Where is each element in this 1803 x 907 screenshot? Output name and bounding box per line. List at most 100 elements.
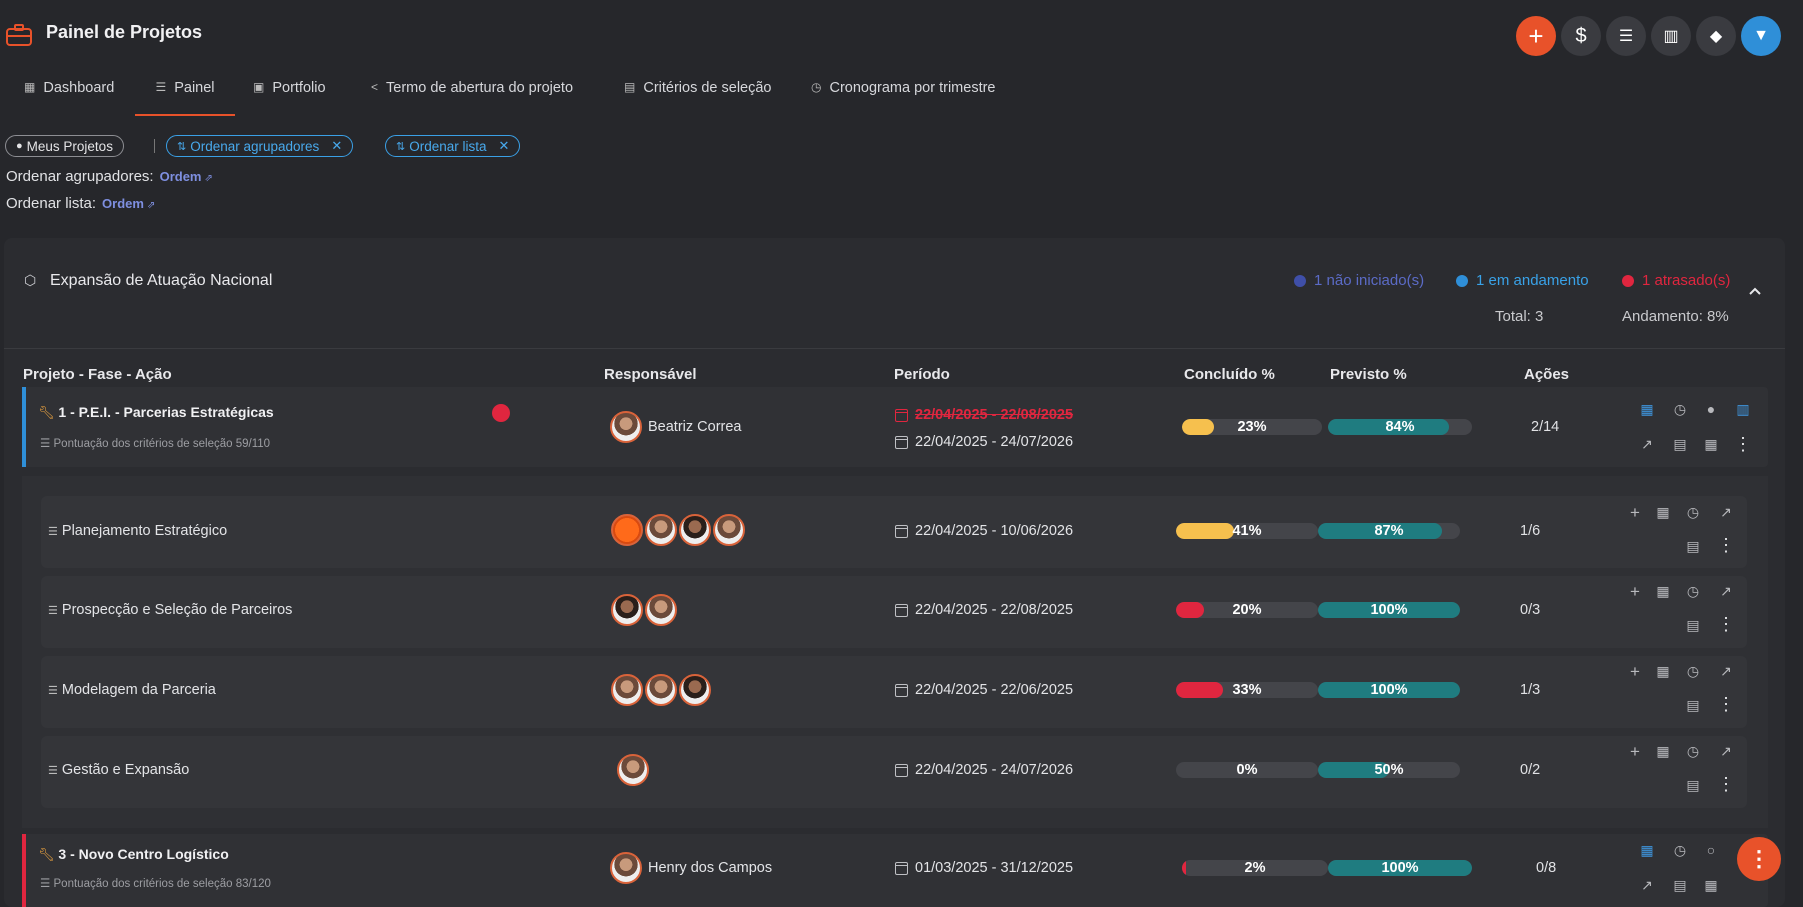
actions-ratio: 1/6 — [1520, 523, 1541, 539]
calendar-icon[interactable]: ▦ — [1638, 842, 1656, 859]
table-icon[interactable]: ▤ — [1684, 777, 1702, 794]
add-icon[interactable]: + — [1626, 662, 1644, 682]
tab-criterios[interactable]: ▤ Critérios de seleção — [624, 80, 772, 116]
add-button[interactable]: + — [1516, 16, 1556, 56]
phase-row[interactable] — [41, 576, 1747, 648]
table-icon[interactable]: ▤ — [1684, 617, 1702, 634]
list-icon: ☰ — [48, 605, 58, 617]
owner-name: Beatriz Correa — [648, 419, 742, 435]
wrench-icon: 🔧︎ — [38, 405, 55, 420]
checklist-button[interactable]: ☰ — [1606, 16, 1646, 56]
avatar — [610, 411, 642, 443]
tag-button[interactable]: ◆ — [1696, 16, 1736, 56]
add-icon[interactable]: + — [1626, 503, 1644, 523]
avatar — [679, 674, 711, 706]
close-icon[interactable]: ✕ — [499, 138, 510, 154]
group-progress: Andamento: 8% — [1622, 308, 1729, 325]
floating-more-button[interactable]: ⋮ — [1737, 837, 1781, 881]
sort-groups-link[interactable]: Ordem — [160, 169, 202, 184]
clock-icon: ◷ — [811, 80, 822, 94]
book-icon[interactable]: ▥ — [1734, 401, 1752, 418]
clock-icon[interactable]: ◷ — [1684, 583, 1702, 600]
more-icon[interactable]: ⋮ — [1734, 434, 1752, 455]
calendar-icon — [895, 408, 908, 422]
chart-icon[interactable]: ↗ — [1717, 663, 1735, 680]
chevron-up-icon[interactable] — [1748, 284, 1762, 298]
table-icon[interactable]: ▤ — [1684, 697, 1702, 714]
divider — [4, 348, 1785, 349]
chart-icon[interactable]: ↗ — [1717, 583, 1735, 600]
chart-icon[interactable]: ↗ — [1638, 877, 1656, 894]
more-icon[interactable]: ⋮ — [1717, 535, 1735, 556]
sort-groups-line: Ordenar agrupadores: Ordem ⇗ — [6, 168, 213, 185]
calendar-icon[interactable]: ▦ — [1654, 504, 1672, 521]
planned-progress: 87% — [1318, 523, 1460, 539]
comment-icon[interactable]: ● — [1702, 401, 1720, 417]
filter-button[interactable]: ▼ — [1741, 16, 1781, 56]
clock-icon[interactable]: ◷ — [1684, 663, 1702, 680]
phase-row[interactable] — [41, 736, 1747, 808]
tab-portfolio[interactable]: ▣ Portfolio — [253, 80, 326, 116]
table-icon[interactable]: ▤ — [1671, 436, 1689, 453]
clock-icon[interactable]: ◷ — [1671, 842, 1689, 859]
calendar-icon[interactable]: ▦ — [1654, 663, 1672, 680]
finance-button[interactable]: $ — [1561, 16, 1601, 56]
chart-icon[interactable]: ↗ — [1717, 743, 1735, 760]
comment-icon[interactable]: ○ — [1702, 842, 1720, 858]
sort-list-chip[interactable]: ⇅ Ordenar lista ✕ — [385, 135, 521, 157]
clock-icon[interactable]: ◷ — [1671, 401, 1689, 418]
grid-icon[interactable]: ▦ — [1702, 436, 1720, 453]
close-icon[interactable]: ✕ — [331, 138, 342, 154]
calendar-icon[interactable]: ▦ — [1654, 583, 1672, 600]
calendar-icon — [895, 435, 908, 449]
my-projects-chip[interactable]: ● Meus Projetos — [5, 135, 124, 157]
tab-dashboard[interactable]: ▦ Dashboard — [24, 80, 114, 116]
phase-row[interactable] — [41, 656, 1747, 728]
done-progress: 20% — [1176, 602, 1318, 618]
more-icon: ⋮ — [1748, 846, 1770, 871]
table-icon[interactable]: ▤ — [1684, 538, 1702, 555]
book-button[interactable]: ▥ — [1651, 16, 1691, 56]
list-icon: ☰ — [48, 685, 58, 697]
grid-icon: ▦ — [24, 80, 36, 94]
avatar — [645, 594, 677, 626]
add-icon[interactable]: + — [1626, 582, 1644, 602]
more-icon[interactable]: ⋮ — [1717, 694, 1735, 715]
avatar — [617, 754, 649, 786]
clock-icon[interactable]: ◷ — [1684, 504, 1702, 521]
wrench-icon: 🔧︎ — [38, 847, 55, 862]
phase-row[interactable] — [41, 496, 1747, 568]
sort-list-line: Ordenar lista: Ordem ⇗ — [6, 195, 156, 212]
legend-late: 1 atrasado(s) — [1622, 272, 1730, 289]
add-icon[interactable]: + — [1626, 742, 1644, 762]
col-period: Período — [894, 366, 950, 383]
more-icon[interactable]: ⋮ — [1717, 774, 1735, 795]
planned-progress: 100% — [1318, 682, 1460, 698]
col-actions: Ações — [1524, 366, 1570, 383]
period: 01/03/2025 - 31/12/2025 — [895, 860, 1073, 876]
filter-icon: ▼ — [1753, 27, 1769, 44]
period: 22/04/2025 - 10/06/2026 — [895, 523, 1073, 539]
user-icon: ● — [16, 140, 23, 152]
tab-painel[interactable]: ☰ Painel — [135, 80, 235, 116]
tab-termo[interactable]: < Termo de abertura do projeto — [371, 80, 573, 116]
grid-icon[interactable]: ▦ — [1702, 877, 1720, 894]
sort-groups-chip[interactable]: ⇅ Ordenar agrupadores ✕ — [166, 135, 354, 157]
calendar-icon[interactable]: ▦ — [1654, 743, 1672, 760]
chart-icon[interactable]: ↗ — [1638, 436, 1656, 453]
tab-cronograma[interactable]: ◷ Cronograma por trimestre — [811, 80, 995, 116]
more-icon[interactable]: ⋮ — [1717, 614, 1735, 635]
checklist-icon: ☰ — [1618, 28, 1634, 45]
chart-icon[interactable]: ↗ — [1717, 504, 1735, 521]
avatar — [611, 594, 643, 626]
project-row[interactable] — [22, 387, 1768, 467]
clock-icon[interactable]: ◷ — [1684, 743, 1702, 760]
done-progress: 33% — [1176, 682, 1318, 698]
sort-list-link[interactable]: Ordem — [102, 196, 144, 211]
avatar — [645, 514, 677, 546]
dollar-icon: $ — [1575, 24, 1587, 47]
calendar-icon[interactable]: ▦ — [1638, 401, 1656, 418]
table-icon[interactable]: ▤ — [1671, 877, 1689, 894]
list-icon: ☰ — [48, 765, 58, 777]
page-title: Painel de Projetos — [46, 22, 203, 42]
